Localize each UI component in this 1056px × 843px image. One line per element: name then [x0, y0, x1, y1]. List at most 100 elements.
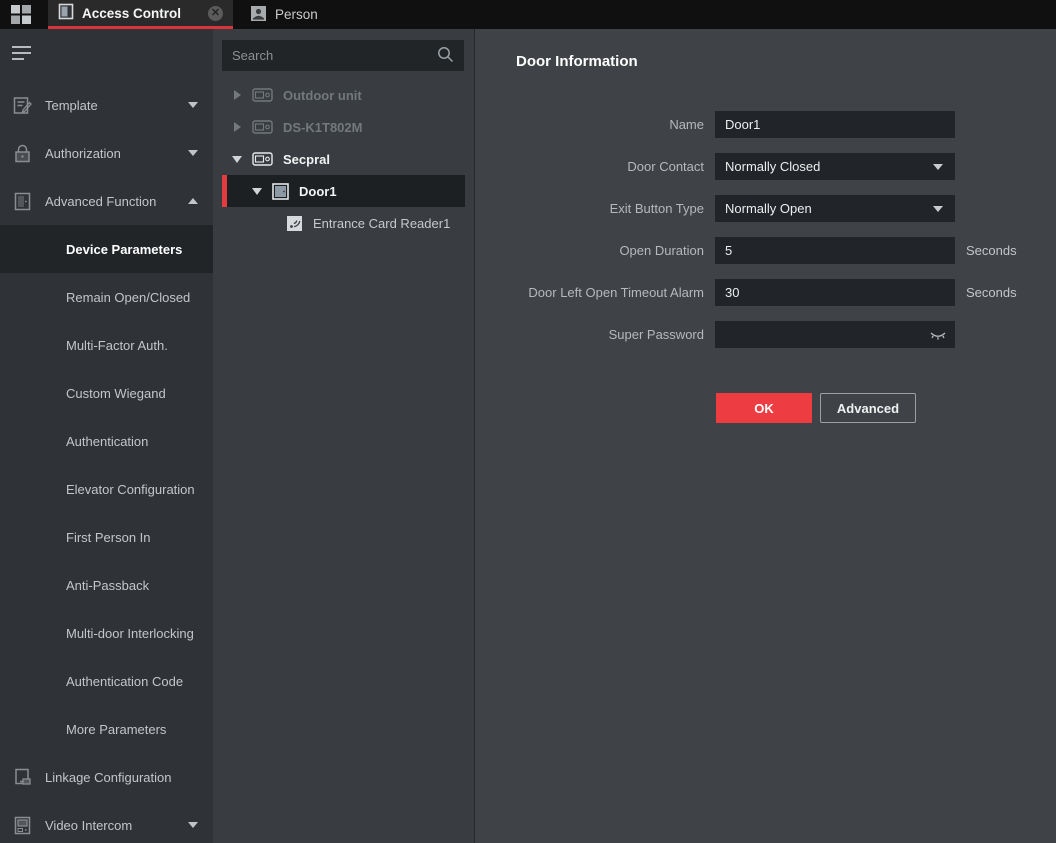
sidebar-item-label: Anti-Passback — [66, 578, 149, 593]
advanced-button[interactable]: Advanced — [820, 393, 916, 423]
tab-access-control[interactable]: Access Control ✕ — [48, 0, 233, 29]
sidebar-item-label: Video Intercom — [45, 818, 132, 833]
sidebar-item-label: Custom Wiegand — [66, 386, 166, 401]
tree-node-label: Door1 — [299, 184, 337, 199]
tree-node-entrance-card-reader1[interactable]: Entrance Card Reader1 — [222, 207, 465, 239]
sidebar-item-label: More Parameters — [66, 722, 166, 737]
chevron-up-icon — [188, 198, 198, 204]
collapse-arrow-icon[interactable] — [231, 156, 243, 163]
device-icon — [252, 88, 273, 102]
field-label: Exit Button Type — [491, 201, 704, 216]
close-icon[interactable]: ✕ — [208, 6, 223, 21]
person-icon — [250, 5, 267, 25]
sidebar-item-authentication-code[interactable]: Authentication Code — [0, 657, 213, 705]
form-row-open-duration: Open Duration Seconds — [491, 237, 1017, 264]
sidebar-item-label: Multi-Factor Auth. — [66, 338, 168, 353]
eye-closed-icon[interactable] — [929, 329, 947, 344]
field-label: Open Duration — [491, 243, 704, 258]
chevron-down-icon — [188, 102, 198, 108]
name-input[interactable] — [725, 117, 945, 132]
open-duration-input[interactable] — [725, 243, 945, 258]
sidebar-item-custom-wiegand[interactable]: Custom Wiegand — [0, 369, 213, 417]
search-box[interactable] — [222, 40, 464, 71]
selected-value: Normally Closed — [725, 159, 820, 174]
tab-label: Person — [275, 7, 318, 22]
selected-value: Normally Open — [725, 201, 812, 216]
door-contact-select[interactable]: Normally Closed — [715, 153, 955, 180]
device-tree-panel: Outdoor unit DS-K1T802M — [213, 29, 474, 843]
tab-person[interactable]: Person — [240, 0, 328, 29]
tree-node-label: Secpral — [283, 152, 330, 167]
form-actions: OK Advanced — [716, 393, 916, 423]
timeout-alarm-field[interactable] — [715, 279, 955, 306]
tree-node-door1[interactable]: Door1 — [222, 175, 465, 207]
sidebar-item-label: Device Parameters — [66, 242, 182, 257]
device-tree: Outdoor unit DS-K1T802M — [213, 79, 474, 239]
linkage-icon — [12, 767, 33, 788]
sidebar-item-label: Authorization — [45, 146, 121, 161]
tree-node-secpral[interactable]: Secpral — [222, 143, 465, 175]
sidebar-item-authentication[interactable]: Authentication — [0, 417, 213, 465]
exit-button-type-select[interactable]: Normally Open — [715, 195, 955, 222]
sidebar-item-authorization[interactable]: Authorization — [0, 129, 213, 177]
sidebar-item-template[interactable]: Template — [0, 81, 213, 129]
sidebar-item-linkage-configuration[interactable]: Linkage Configuration — [0, 753, 213, 801]
sidebar-item-label: First Person In — [66, 530, 151, 545]
sidebar-item-label: Linkage Configuration — [45, 770, 171, 785]
field-label: Super Password — [491, 327, 704, 342]
tree-node-outdoor-unit[interactable]: Outdoor unit — [222, 79, 465, 111]
open-duration-field[interactable] — [715, 237, 955, 264]
sidebar-item-device-parameters[interactable]: Device Parameters — [0, 225, 213, 273]
tree-node-ds-k1t802m[interactable]: DS-K1T802M — [222, 111, 465, 143]
chevron-down-icon — [933, 164, 943, 170]
sidebar-item-multi-door-interlocking[interactable]: Multi-door Interlocking — [0, 609, 213, 657]
field-label: Name — [491, 117, 704, 132]
sidebar-item-multi-factor-auth[interactable]: Multi-Factor Auth. — [0, 321, 213, 369]
search-input[interactable] — [232, 48, 437, 63]
form-row-door-left-open-timeout-alarm: Door Left Open Timeout Alarm Seconds — [491, 279, 1017, 306]
expand-arrow-icon[interactable] — [231, 122, 243, 132]
sidebar-item-advanced-function[interactable]: Advanced Function — [0, 177, 213, 225]
super-password-field[interactable] — [715, 321, 955, 348]
sidebar-menu: Template Authorization — [0, 81, 213, 843]
chevron-down-icon — [188, 150, 198, 156]
sidebar-item-elevator-configuration[interactable]: Elevator Configuration — [0, 465, 213, 513]
tree-node-label: DS-K1T802M — [283, 120, 362, 135]
name-field[interactable] — [715, 111, 955, 138]
sidebar-item-remain-open-closed[interactable]: Remain Open/Closed — [0, 273, 213, 321]
sidebar-item-anti-passback[interactable]: Anti-Passback — [0, 561, 213, 609]
sidebar-item-label: Multi-door Interlocking — [66, 626, 194, 641]
intercom-icon — [12, 815, 33, 836]
page-title: Door Information — [516, 53, 638, 70]
sidebar-item-label: Authentication — [66, 434, 148, 449]
form-row-name: Name — [491, 111, 955, 138]
expand-arrow-icon[interactable] — [231, 90, 243, 100]
top-tab-bar: Access Control ✕ Person — [0, 0, 1056, 29]
sidebar-item-label: Advanced Function — [45, 194, 156, 209]
sidebar-item-label: Elevator Configuration — [66, 482, 195, 497]
form-row-door-contact: Door Contact Normally Closed — [491, 153, 955, 180]
app-grid-icon[interactable] — [10, 4, 32, 25]
door-icon — [272, 183, 289, 200]
sidebar-item-label: Template — [45, 98, 98, 113]
super-password-input[interactable] — [725, 327, 945, 342]
collapse-arrow-icon[interactable] — [251, 188, 263, 195]
chevron-down-icon — [188, 822, 198, 828]
field-label: Door Contact — [491, 159, 704, 174]
ok-button[interactable]: OK — [716, 393, 812, 423]
chevron-down-icon — [933, 206, 943, 212]
sidebar-item-video-intercom[interactable]: Video Intercom — [0, 801, 213, 843]
sidebar-item-label: Authentication Code — [66, 674, 183, 689]
template-icon — [12, 95, 33, 116]
search-icon[interactable] — [437, 46, 454, 66]
tab-label: Access Control — [82, 6, 181, 21]
sidebar-item-first-person-in[interactable]: First Person In — [0, 513, 213, 561]
sidebar-item-more-parameters[interactable]: More Parameters — [0, 705, 213, 753]
device-icon — [252, 120, 273, 134]
selected-indicator — [222, 175, 227, 207]
timeout-alarm-input[interactable] — [725, 285, 945, 300]
tree-node-label: Outdoor unit — [283, 88, 362, 103]
menu-collapse-icon[interactable] — [12, 45, 32, 62]
form-row-exit-button-type: Exit Button Type Normally Open — [491, 195, 955, 222]
door-information-panel: Door Information Name Door Contact Norma… — [474, 29, 1056, 843]
